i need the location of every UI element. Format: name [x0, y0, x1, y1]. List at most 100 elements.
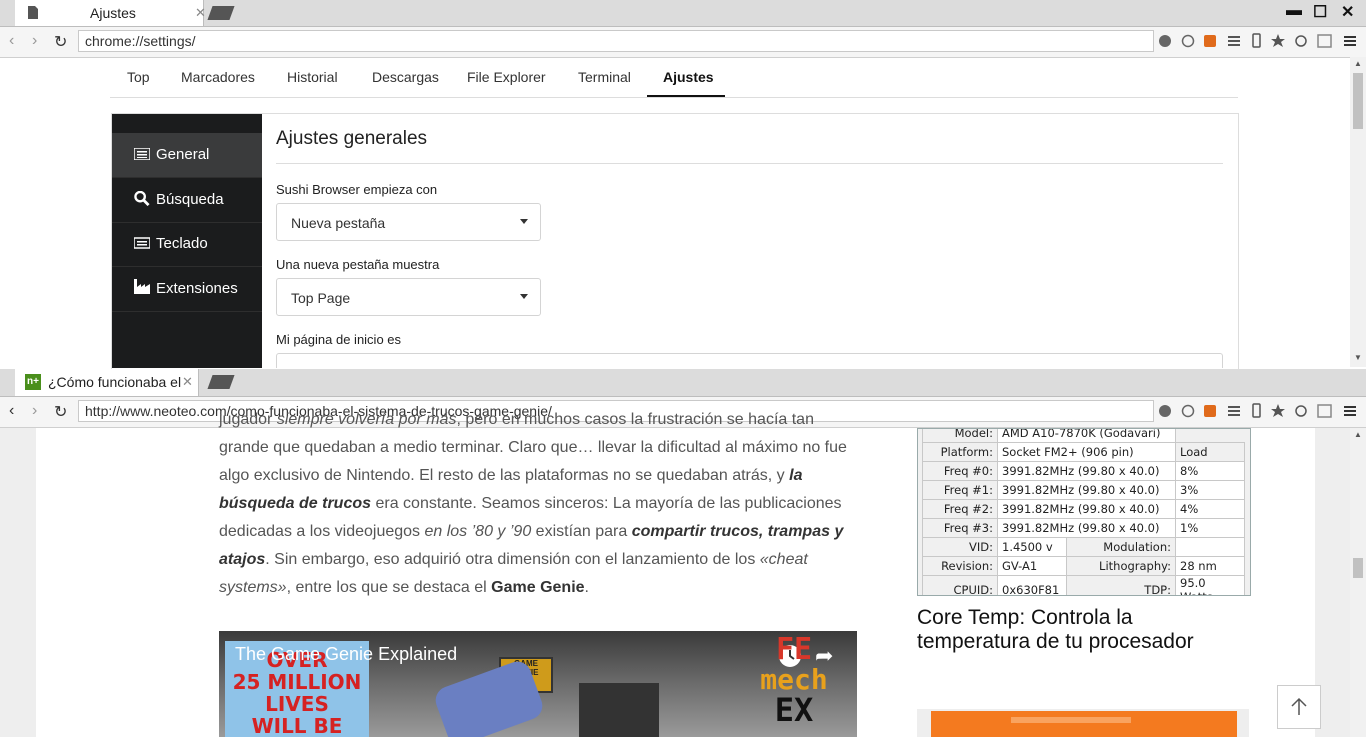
tab-title: ¿Cómo funcionaba el s: [48, 374, 183, 390]
forward-button[interactable]: ›: [32, 402, 37, 420]
cpu-cell: TDP:: [1066, 575, 1176, 595]
site-favicon: n+: [25, 374, 41, 390]
scrollbar-thumb[interactable]: [1353, 558, 1363, 578]
article-text: en los ’80 y ’90: [424, 523, 532, 540]
history-icon: [1295, 405, 1307, 417]
sidebar-item-label: General: [156, 146, 210, 163]
poster-text: 25 MILLION: [232, 670, 362, 694]
new-tab-button[interactable]: [207, 375, 235, 389]
tab-settings[interactable]: Ajustes ✕: [15, 0, 206, 26]
article-text: , pero en muchos casos la frustración se…: [456, 411, 814, 428]
homepage-input[interactable]: [276, 353, 1223, 368]
cpu-cell: Model:: [922, 429, 998, 443]
search-bar-shape: [1011, 717, 1131, 723]
cpu-cell: Socket FM2+ (906 pin): [997, 442, 1176, 462]
toolbar-icons: [1158, 403, 1358, 424]
cpu-cell: CPUID:: [922, 575, 998, 595]
tab-strip-top: Ajustes ✕ ▬ ☐ ✕: [0, 0, 1366, 27]
article-line: jugador siempre volvería por más, pero e…: [219, 406, 859, 434]
extension-icon: [1204, 405, 1216, 417]
toolbar-top: ‹ › ↻ chrome://settings/: [0, 27, 1366, 58]
article-text: existían para: [531, 523, 632, 540]
minimize-button[interactable]: ▬: [1286, 2, 1302, 20]
nav-terminal[interactable]: Terminal: [578, 69, 631, 85]
poster-text: WILL BE SAVED: [251, 714, 343, 737]
nav-top[interactable]: Top: [127, 69, 150, 85]
scrollbar-bottom[interactable]: ▲: [1350, 428, 1366, 737]
chevron-down-icon: [520, 219, 528, 224]
article-text: Game Genie: [491, 579, 585, 596]
nav-file-explorer[interactable]: File Explorer: [467, 69, 546, 85]
record-icon: [1159, 405, 1171, 417]
tab-article[interactable]: n+ ¿Cómo funcionaba el s ✕: [15, 369, 199, 396]
cpu-cell: Freq #3:: [922, 518, 998, 538]
menu-icon: [1344, 406, 1356, 416]
article-text: era constante. Seamos sinceros: La mayor…: [371, 495, 842, 512]
card-title[interactable]: Core Temp: Controla la temperatura de tu…: [917, 606, 1247, 654]
newtab-select[interactable]: Top Page: [276, 278, 541, 316]
core-temp-screenshot[interactable]: Model: AMD A10-7870K (Godavari) Platform: S…: [917, 428, 1251, 596]
article-line: systems», entre los que se destaca el Ga…: [219, 574, 859, 602]
tab-title: Ajustes: [90, 5, 136, 21]
cpu-cell: Platform:: [922, 442, 998, 462]
startup-select[interactable]: Nueva pestaña: [276, 203, 541, 241]
cpu-cell: Load: [1175, 442, 1245, 462]
cpu-cell: 95.0 Watts: [1175, 575, 1245, 595]
forward-button[interactable]: ›: [32, 32, 37, 50]
cpu-cell: 3991.82MHz (99.80 x 40.0): [997, 499, 1176, 519]
scrollbar-thumb[interactable]: [1353, 73, 1363, 129]
mobile-icon: [1252, 33, 1261, 48]
article-text: compartir trucos, trampas y: [631, 523, 844, 540]
nav-ajustes[interactable]: Ajustes: [663, 69, 714, 85]
poster-text: LIVES: [265, 692, 329, 716]
cpu-cell: 3991.82MHz (99.80 x 40.0): [997, 480, 1176, 500]
cpu-cell: Freq #2:: [922, 499, 998, 519]
search-icon: [134, 191, 150, 206]
sidebar-item-extensiones[interactable]: Extensiones: [112, 267, 262, 312]
cpu-cell: Freq #0:: [922, 461, 998, 481]
cpu-cell: VID:: [922, 537, 998, 557]
newtab-label: Una nueva pestaña muestra: [276, 257, 440, 272]
sidebar-item-label: Teclado: [156, 235, 208, 252]
sidebar-item-busqueda[interactable]: Búsqueda: [112, 178, 262, 223]
article-text: grande que quedaban a medio terminar. Cl…: [219, 439, 847, 456]
back-button[interactable]: ‹: [9, 402, 14, 420]
close-window-button[interactable]: ✕: [1341, 2, 1354, 22]
circle-icon: [1181, 34, 1195, 48]
article-text: , entre los que se destaca el: [286, 579, 492, 596]
cpu-cell: Freq #1:: [922, 480, 998, 500]
back-to-top-button[interactable]: [1277, 685, 1321, 729]
article-text: systems»: [219, 579, 287, 596]
new-tab-button[interactable]: [207, 6, 235, 20]
next-card-image[interactable]: [917, 709, 1249, 737]
cpu-cell: 3991.82MHz (99.80 x 40.0): [997, 518, 1176, 538]
sidebar-item-general[interactable]: General: [112, 133, 262, 178]
panel-icon: [1317, 404, 1332, 418]
cpu-cell: 8%: [1175, 461, 1245, 481]
page-left-gutter: [0, 428, 36, 737]
device-shape: [579, 683, 659, 737]
video-embed[interactable]: OVER25 MILLIONLIVESWILL BE SAVED The Gam…: [219, 631, 857, 737]
back-button[interactable]: ‹: [9, 32, 14, 50]
close-tab-icon[interactable]: ✕: [182, 374, 193, 390]
close-tab-icon[interactable]: ✕: [195, 5, 206, 21]
tab-strip-bottom: n+ ¿Cómo funcionaba el s ✕: [0, 369, 1366, 397]
nav-historial[interactable]: Historial: [287, 69, 338, 85]
article-text: dedicadas a los videojuegos: [219, 523, 425, 540]
newtab-value: Top Page: [291, 290, 351, 306]
video-title: The Game Genie Explained: [235, 644, 458, 664]
sidebar-item-teclado[interactable]: Teclado: [112, 222, 262, 267]
history-icon: [1295, 35, 1307, 47]
toolbar-icons: [1158, 33, 1358, 54]
scrollbar-top[interactable]: ▲ ▼: [1350, 57, 1366, 367]
reload-button[interactable]: ↻: [54, 402, 67, 422]
article-text: atajos: [219, 551, 266, 568]
article-text: algo exclusivo de Nintendo. El resto de …: [219, 467, 790, 484]
maximize-button[interactable]: ☐: [1313, 2, 1327, 22]
article-body: jugador siempre volvería por más, pero e…: [219, 406, 859, 602]
reload-button[interactable]: ↻: [54, 32, 67, 52]
address-bar[interactable]: chrome://settings/: [78, 30, 1154, 52]
nav-descargas[interactable]: Descargas: [372, 69, 439, 85]
nav-marcadores[interactable]: Marcadores: [181, 69, 255, 85]
article-text: la: [789, 467, 803, 484]
